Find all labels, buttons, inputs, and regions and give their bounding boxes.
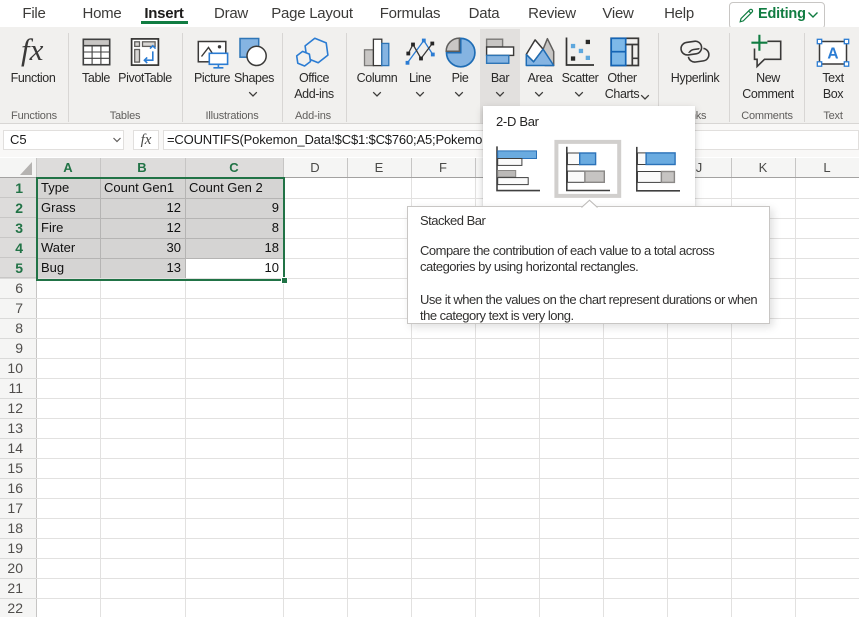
svg-text:A: A	[827, 46, 838, 63]
